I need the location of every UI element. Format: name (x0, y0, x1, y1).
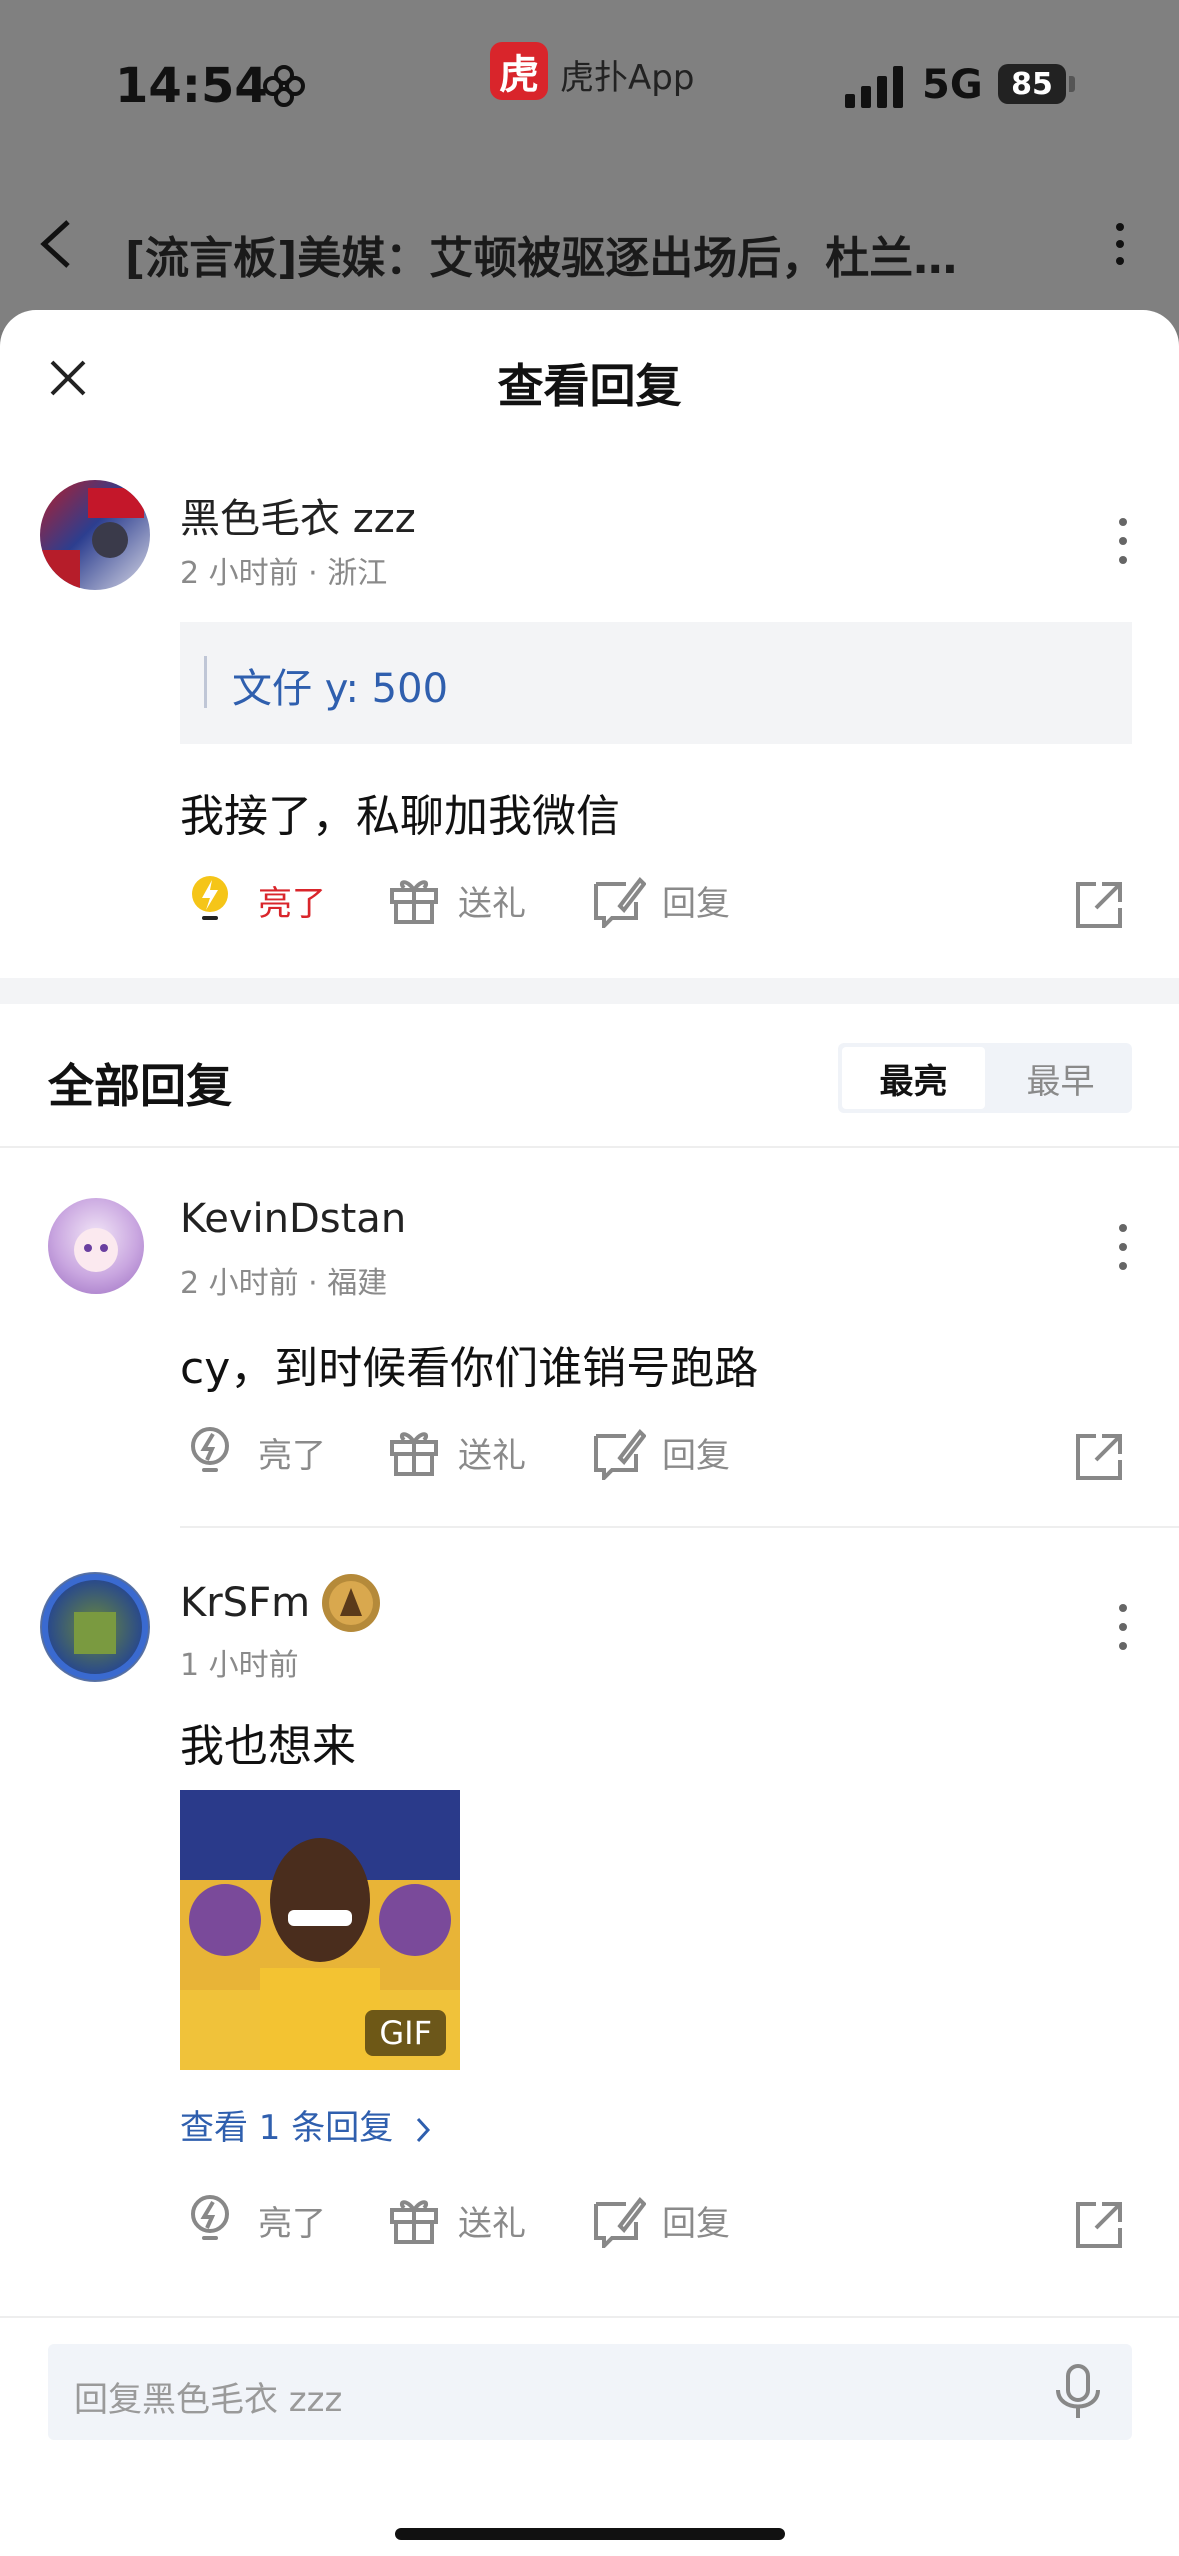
gift-icon (390, 2200, 438, 2244)
reply-body: 我也想来 (180, 1721, 356, 1772)
reply-icon (594, 1428, 646, 1480)
avatar[interactable] (40, 1572, 150, 1682)
more-icon[interactable] (1118, 516, 1128, 566)
network-type: 5G (922, 62, 983, 108)
reply-label: 回复 (662, 883, 730, 924)
app-logo: 虎 (490, 42, 548, 100)
like-label: 亮了 (258, 883, 326, 924)
section-divider (0, 978, 1179, 1004)
username[interactable]: KrSFm (180, 1580, 310, 1626)
reply-meta: 2 小时前 · 福建 (180, 1266, 388, 1301)
gift-button[interactable]: 送礼 (386, 1424, 526, 1480)
signal-icon (845, 66, 903, 108)
gift-icon (390, 1432, 438, 1476)
reply-meta: 1 小时前 (180, 1648, 299, 1683)
reply-button[interactable]: 回复 (590, 2192, 730, 2248)
reply-label: 回复 (662, 2203, 730, 2244)
gift-label: 送礼 (458, 1435, 526, 1476)
thread-title: [流言板]美媒：艾顿被驱逐出场后，杜兰… (125, 233, 958, 284)
more-icon[interactable] (1115, 222, 1125, 266)
gif-label: GIF (365, 2010, 446, 2056)
reply-input[interactable]: 回复黑色毛衣 zzz (48, 2344, 1132, 2440)
all-replies-title: 全部回复 (48, 1059, 232, 1113)
microphone-icon[interactable] (1048, 2362, 1108, 2422)
gift-button[interactable]: 送礼 (386, 2192, 526, 2248)
divider (0, 1146, 1179, 1148)
like-button[interactable]: 亮了 (186, 1424, 326, 1480)
gif-image[interactable]: GIF (180, 1790, 460, 2070)
username[interactable]: 黑色毛衣 zzz (180, 486, 416, 544)
reply-icon (594, 2196, 646, 2248)
lightbulb-icon (192, 876, 228, 920)
quote-text: 文仔 y: 500 (232, 666, 449, 712)
reply-button[interactable]: 回复 (590, 872, 730, 928)
dimmed-backdrop: 14:54 虎 虎扑App 5G 85 [流言板]美媒：艾顿被驱逐出场后，杜兰… (0, 0, 1179, 330)
lightbulb-icon (191, 1427, 229, 1472)
share-icon[interactable] (1074, 2200, 1124, 2250)
view-replies-text: 查看 1 条回复 (180, 2108, 394, 2148)
avatar[interactable] (48, 1198, 144, 1294)
reply-button[interactable]: 回复 (590, 1424, 730, 1480)
back-icon[interactable] (38, 218, 74, 270)
share-icon[interactable] (1074, 1432, 1124, 1482)
like-button[interactable]: 亮了 (186, 2192, 326, 2248)
avatar[interactable] (40, 480, 150, 590)
quote-bar (204, 656, 207, 708)
username[interactable]: KevinDstan (180, 1196, 406, 1242)
more-icon[interactable] (1118, 1222, 1128, 1272)
sort-option-earliest[interactable]: 最早 (989, 1043, 1132, 1113)
view-replies-link[interactable]: 查看 1 条回复 (180, 2100, 434, 2149)
reply-sheet: 查看回复 黑色毛衣 zzz 2 小时前 · 浙江 文仔 y: 500 我接了，私… (0, 310, 1179, 2556)
reply-composer: 回复黑色毛衣 zzz (0, 2316, 1179, 2556)
focus-flower-icon (263, 65, 305, 107)
reply-icon (594, 876, 646, 928)
like-label: 亮了 (258, 2203, 326, 2244)
battery-level: 85 (998, 64, 1066, 104)
like-label: 亮了 (258, 1435, 326, 1476)
chevron-right-icon (416, 2117, 431, 2142)
share-icon[interactable] (1074, 880, 1124, 930)
avatar-image (74, 1228, 118, 1272)
gift-icon (390, 880, 438, 924)
battery-cap (1069, 76, 1075, 92)
post-body: 我接了，私聊加我微信 (180, 791, 620, 842)
status-time: 14:54 (115, 58, 268, 114)
reply-label: 回复 (662, 1435, 730, 1476)
reply-body: cy，到时候看你们谁销号跑路 (180, 1343, 759, 1394)
divider (180, 1526, 1179, 1528)
avatar-image (42, 1574, 148, 1680)
gift-button[interactable]: 送礼 (386, 872, 526, 928)
app-name: 虎扑App (560, 58, 695, 98)
badge-icon (322, 1574, 380, 1632)
sheet-title: 查看回复 (497, 359, 682, 413)
gift-label: 送礼 (458, 2203, 526, 2244)
avatar-image (40, 488, 144, 590)
post-meta: 2 小时前 · 浙江 (180, 556, 388, 591)
lightbulb-icon (191, 2195, 229, 2240)
more-icon[interactable] (1118, 1602, 1128, 1652)
sort-toggle: 最亮 最早 (838, 1043, 1132, 1113)
home-indicator (395, 2528, 785, 2540)
gift-label: 送礼 (458, 883, 526, 924)
reply-input-placeholder: 回复黑色毛衣 zzz (74, 2380, 343, 2420)
like-button[interactable]: 亮了 (186, 872, 326, 928)
quoted-reply: 文仔 y: 500 (180, 622, 1132, 744)
sort-option-brightest[interactable]: 最亮 (842, 1047, 985, 1109)
